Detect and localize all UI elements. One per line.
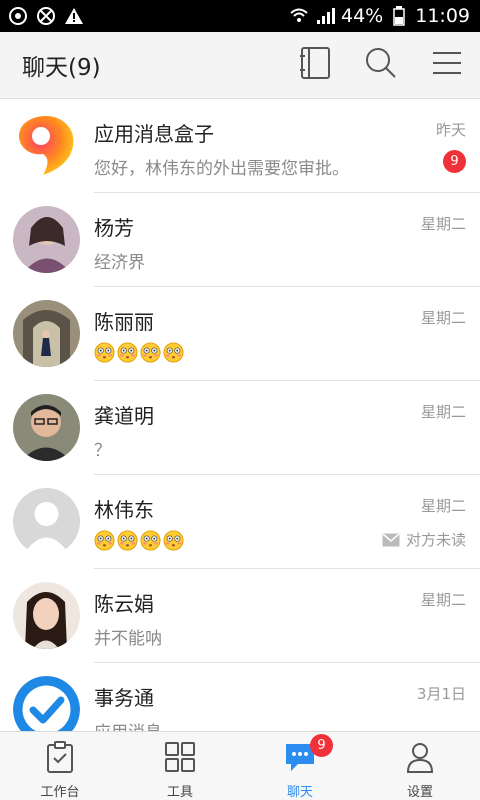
- chat-name: 杨芳: [94, 216, 134, 240]
- unread-badge: 9: [443, 150, 466, 173]
- contacts-button[interactable]: [282, 32, 348, 99]
- envelope-icon: [382, 532, 400, 546]
- bottom-tab-bar: 工作台 工具 聊天 9 设置: [0, 731, 480, 800]
- chat-item[interactable]: 陈丽丽 星期二: [0, 287, 480, 381]
- flushed-emoji-icon: [117, 342, 138, 363]
- tab-chat[interactable]: 聊天 9: [240, 732, 360, 800]
- emoji-preview: [94, 342, 184, 363]
- chat-preview: ？: [94, 441, 111, 461]
- tab-label: 工作台: [40, 785, 80, 800]
- flushed-emoji-icon: [117, 530, 138, 551]
- chat-time: 星期二: [420, 591, 466, 609]
- app-message-box-avatar: [13, 112, 80, 179]
- person-icon: [405, 741, 435, 777]
- grid-icon: [164, 741, 196, 777]
- tab-settings[interactable]: 设置: [360, 732, 480, 800]
- affairs-app-avatar: [13, 676, 80, 731]
- tab-tools[interactable]: 工具: [120, 732, 240, 800]
- unread-badge: 9: [310, 734, 333, 757]
- tab-label: 工具: [166, 785, 193, 800]
- flushed-emoji-icon: [163, 342, 184, 363]
- chat-name: 林伟东: [94, 498, 154, 522]
- flushed-emoji-icon: [140, 530, 161, 551]
- no-disturb-icon: [36, 6, 56, 26]
- chat-list[interactable]: 应用消息盒子 您好，林伟东的外出需要您审批。 昨天 9 杨芳 经济界 星期二 陈…: [0, 99, 480, 731]
- flushed-emoji-icon: [140, 342, 161, 363]
- user-avatar: [13, 582, 80, 649]
- chat-item[interactable]: 龚道明 ？ 星期二: [0, 381, 480, 475]
- chat-time: 星期二: [420, 403, 466, 421]
- chat-item[interactable]: 林伟东 星期二 对方未读: [0, 475, 480, 569]
- flushed-emoji-icon: [163, 530, 184, 551]
- search-button[interactable]: [348, 32, 414, 99]
- chat-name: 应用消息盒子: [94, 122, 214, 146]
- chat-time: 昨天: [435, 121, 466, 139]
- chat-preview: 应用消息: [94, 718, 162, 731]
- chat-preview: 您好，林伟东的外出需要您审批。: [94, 159, 349, 179]
- menu-icon: [433, 51, 461, 79]
- clock: 11:09: [415, 5, 470, 27]
- chat-time: 3月1日: [416, 685, 466, 703]
- chat-item[interactable]: 杨芳 经济界 星期二: [0, 193, 480, 287]
- warning-icon: [64, 6, 84, 26]
- sync-icon: [8, 6, 28, 26]
- search-icon: [365, 47, 397, 83]
- tab-label: 聊天: [286, 785, 313, 800]
- battery-icon: [389, 6, 409, 26]
- chat-name: 龚道明: [94, 404, 154, 428]
- emoji-preview: [94, 530, 184, 551]
- chat-name: 事务通: [94, 686, 154, 710]
- battery-percent: 44%: [341, 5, 384, 27]
- user-avatar: [13, 206, 80, 273]
- app-header: 聊天(9): [0, 32, 480, 99]
- tab-label: 设置: [406, 785, 433, 800]
- page-title: 聊天(9): [22, 55, 101, 81]
- chat-time: 星期二: [420, 497, 466, 515]
- read-status-label: 对方未读: [405, 531, 466, 549]
- chat-preview: 并不能呐: [94, 629, 162, 649]
- chat-time: 星期二: [420, 309, 466, 327]
- chat-item[interactable]: 事务通 应用消息 3月1日: [0, 663, 480, 731]
- chat-preview: 经济界: [94, 253, 145, 273]
- chat-name: 陈云娟: [94, 592, 154, 616]
- status-bar: 44% 11:09: [0, 0, 480, 32]
- chat-item[interactable]: 陈云娟 并不能呐 星期二: [0, 569, 480, 663]
- tab-workbench[interactable]: 工作台: [0, 732, 120, 800]
- chat-time: 星期二: [420, 215, 466, 233]
- flushed-emoji-icon: [94, 530, 115, 551]
- wifi-icon: [289, 6, 309, 26]
- chat-item[interactable]: 应用消息盒子 您好，林伟东的外出需要您审批。 昨天 9: [0, 99, 480, 193]
- user-avatar: [13, 300, 80, 367]
- chat-name: 陈丽丽: [94, 310, 154, 334]
- flushed-emoji-icon: [94, 342, 115, 363]
- user-avatar: [13, 394, 80, 461]
- contacts-book-icon: [299, 46, 331, 84]
- default-avatar: [13, 488, 80, 555]
- clipboard-icon: [45, 741, 75, 777]
- menu-button[interactable]: [414, 32, 480, 99]
- read-status: 对方未读: [382, 529, 466, 550]
- signal-icon: [315, 6, 335, 26]
